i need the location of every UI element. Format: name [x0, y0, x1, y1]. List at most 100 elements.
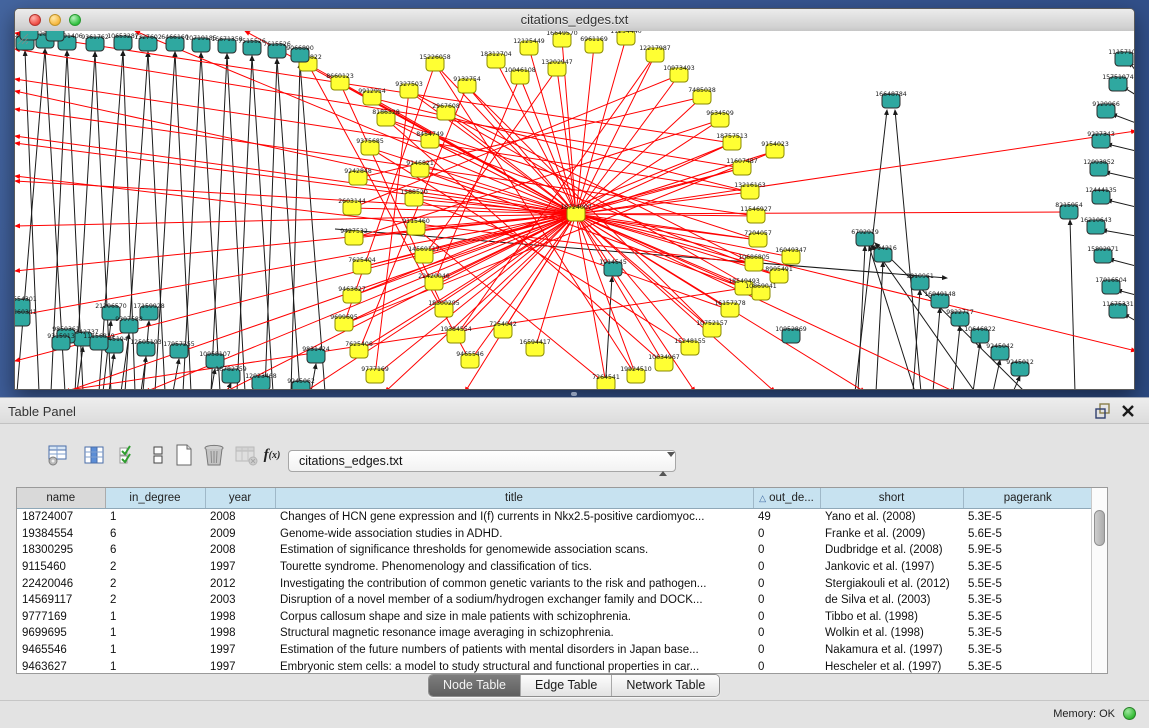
cell-title[interactable]: Estimation of the future numbers of pati…: [275, 642, 753, 659]
graph-node[interactable]: 9463627: [338, 286, 366, 303]
graph-node[interactable]: 16157278: [714, 300, 746, 317]
close-panel-icon[interactable]: [1121, 403, 1135, 419]
cell-short[interactable]: Hescheler et al. (1997): [820, 658, 963, 674]
graph-node[interactable]: 6792919: [851, 229, 879, 246]
column-settings-icon[interactable]: [82, 443, 106, 467]
graph-node[interactable]: 16648784: [875, 91, 907, 108]
cell-year[interactable]: 2012: [205, 575, 275, 592]
table-row[interactable]: 946362711997Embryonic stem cells: a mode…: [17, 658, 1093, 674]
cell-short[interactable]: Nakamura et al. (1997): [820, 642, 963, 659]
table-row[interactable]: 977716911998Corpus callosum shape and si…: [17, 609, 1093, 626]
network-window-titlebar[interactable]: citations_edges.txt: [15, 9, 1134, 32]
cell-year[interactable]: 2003: [205, 592, 275, 609]
table-row[interactable]: 2242004622012Investigating the contribut…: [17, 575, 1093, 592]
cell-short[interactable]: Dudbridge et al. (2008): [820, 542, 963, 559]
graph-node[interactable]: 9397588: [115, 316, 143, 333]
graph-node[interactable]: 15751074: [1102, 74, 1134, 91]
cell-title[interactable]: Changes of HCN gene expression and I(f) …: [275, 509, 753, 526]
cell-name[interactable]: 19384554: [17, 526, 105, 543]
cell-in_degree[interactable]: 1: [105, 625, 205, 642]
column-header-pagerank[interactable]: pagerank: [963, 488, 1093, 509]
graph-node[interactable]: 19384554: [440, 326, 472, 343]
cell-pagerank[interactable]: 5.3E-5: [963, 658, 1093, 674]
cell-out_degree[interactable]: 0: [753, 575, 820, 592]
network-canvas[interactable]: 1872400715226058932750381863289375685924…: [15, 31, 1134, 389]
cell-out_degree[interactable]: 0: [753, 609, 820, 626]
cell-short[interactable]: Franke et al. (2009): [820, 526, 963, 543]
cell-name[interactable]: 9115460: [17, 559, 105, 576]
graph-node[interactable]: 12260341: [15, 309, 37, 326]
cell-short[interactable]: Wolkin et al. (1998): [820, 625, 963, 642]
graph-node[interactable]: 7485038: [688, 87, 716, 104]
cell-name[interactable]: 9699695: [17, 625, 105, 642]
column-header-short[interactable]: short: [820, 488, 963, 509]
graph-node[interactable]: 7264541: [592, 374, 620, 389]
cell-name[interactable]: 18724007: [17, 509, 105, 526]
cell-title[interactable]: Corpus callosum shape and size in male p…: [275, 609, 753, 626]
cell-in_degree[interactable]: 6: [105, 542, 205, 559]
cell-in_degree[interactable]: 6: [105, 526, 205, 543]
graph-node[interactable]: 16782759: [215, 366, 247, 383]
column-header-in-degree[interactable]: in_degree: [105, 488, 205, 509]
citation-graph[interactable]: 1872400715226058932750381863289375685924…: [15, 31, 1134, 389]
graph-node[interactable]: 9361762: [81, 34, 109, 51]
graph-node[interactable]: 9634509: [706, 110, 734, 127]
graph-node[interactable]: 16049347: [775, 247, 807, 264]
graph-node[interactable]: 9227343: [1087, 131, 1115, 148]
cell-name[interactable]: 22420046: [17, 575, 105, 592]
graph-node[interactable]: 10952869: [775, 326, 807, 343]
cell-in_degree[interactable]: 1: [105, 609, 205, 626]
cell-title[interactable]: Embryonic stem cells: a model to study s…: [275, 658, 753, 674]
graph-node[interactable]: 9465546: [456, 351, 484, 368]
new-table-icon[interactable]: [172, 443, 196, 467]
cell-title[interactable]: Genome-wide association studies in ADHD.: [275, 526, 753, 543]
cell-out_degree[interactable]: 0: [753, 526, 820, 543]
table-row[interactable]: 1456911722003Disruption of a novel membe…: [17, 592, 1093, 609]
graph-node[interactable]: 8215954: [1055, 202, 1083, 219]
cell-name[interactable]: 9463627: [17, 658, 105, 674]
graph-node[interactable]: 10046108: [504, 67, 536, 84]
cell-pagerank[interactable]: 5.9E-5: [963, 542, 1093, 559]
cell-out_degree[interactable]: 0: [753, 559, 820, 576]
table-row[interactable]: 911546021997Tourette syndrome. Phenomeno…: [17, 559, 1093, 576]
cell-year[interactable]: 2008: [205, 509, 275, 526]
panel-splitter[interactable]: [571, 392, 577, 396]
graph-node[interactable]: 10646822: [964, 326, 996, 343]
graph-node[interactable]: 13202947: [541, 59, 573, 76]
graph-node[interactable]: 11157103: [1108, 49, 1134, 66]
cell-out_degree[interactable]: 0: [753, 642, 820, 659]
graph-node[interactable]: 15248155: [674, 338, 706, 355]
graph-node[interactable]: 9245012: [1006, 359, 1034, 376]
cell-year[interactable]: 1997: [205, 559, 275, 576]
graph-node[interactable]: 10752157: [696, 320, 728, 337]
cell-year[interactable]: 1998: [205, 625, 275, 642]
column-header-title[interactable]: title: [275, 488, 753, 509]
select-rows-icon[interactable]: [116, 443, 140, 467]
cell-name[interactable]: 9465546: [17, 642, 105, 659]
graph-node[interactable]: 1327602: [134, 34, 162, 51]
graph-node[interactable]: 11254440: [610, 31, 642, 45]
graph-node[interactable]: 11675331: [1102, 301, 1134, 318]
table-row[interactable]: 1830029562008Estimation of significance …: [17, 542, 1093, 559]
table-row[interactable]: 1872400712008Changes of HCN gene express…: [17, 509, 1093, 526]
graph-node[interactable]: 17957255: [163, 341, 195, 358]
cell-short[interactable]: Tibbo et al. (1998): [820, 609, 963, 626]
graph-node[interactable]: 12125449: [513, 38, 545, 55]
graph-node[interactable]: 16594417: [519, 339, 551, 356]
graph-node[interactable]: 9699695: [330, 314, 358, 331]
cell-year[interactable]: 1997: [205, 642, 275, 659]
cell-name[interactable]: 14569117: [17, 592, 105, 609]
graph-node[interactable]: 19924510: [620, 366, 652, 383]
column-pair-icon[interactable]: [146, 443, 170, 467]
cell-out_degree[interactable]: 49: [753, 509, 820, 526]
graph-node[interactable]: 2603144: [338, 198, 366, 215]
cell-short[interactable]: Jankovic et al. (1997): [820, 559, 963, 576]
cell-title[interactable]: Structural magnetic resonance image aver…: [275, 625, 753, 642]
cell-pagerank[interactable]: 5.6E-5: [963, 526, 1093, 543]
cell-year[interactable]: 2009: [205, 526, 275, 543]
graph-node[interactable]: 8995491: [765, 266, 793, 283]
graph-node[interactable]: 1914545: [599, 259, 627, 276]
graph-node[interactable]: 22420046: [418, 273, 450, 290]
cell-title[interactable]: Tourette syndrome. Phenomenology and cla…: [275, 559, 753, 576]
cell-name[interactable]: 18300295: [17, 542, 105, 559]
